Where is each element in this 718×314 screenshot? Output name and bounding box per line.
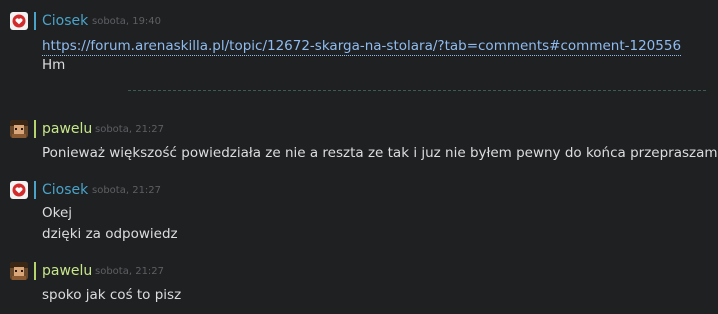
author-name[interactable]: pawelu [42,262,92,280]
unread-divider [128,90,706,91]
author-color-bar [34,12,36,30]
message-text: Ponieważ większość powiedziała ze nie a … [42,145,718,161]
heart-badge-icon[interactable] [10,181,28,199]
heart-badge-icon[interactable] [10,12,28,30]
message-text: Okej [42,205,73,221]
author-name[interactable]: Ciosek [42,181,88,199]
message-text: spoko jak coś to pisz [42,287,182,303]
character-portrait-icon[interactable] [10,120,28,138]
message-text: dzięki za odpowiedz [42,226,178,242]
author-color-bar [34,181,36,199]
message-timestamp: sobota, 21:27 [95,266,165,277]
author-name[interactable]: Ciosek [42,12,88,30]
message-text: Hm [42,57,66,73]
author-name[interactable]: pawelu [42,120,92,138]
chat-log: Ciosek sobota, 19:40 https://forum.arena… [0,0,718,314]
author-color-bar [34,120,36,138]
message-link[interactable]: https://forum.arenaskilla.pl/topic/12672… [42,37,682,56]
author-color-bar [34,262,36,280]
character-portrait-icon[interactable] [10,262,28,280]
message-timestamp: sobota, 21:27 [95,124,165,135]
message-timestamp: sobota, 21:27 [92,185,162,196]
message-timestamp: sobota, 19:40 [92,16,162,27]
